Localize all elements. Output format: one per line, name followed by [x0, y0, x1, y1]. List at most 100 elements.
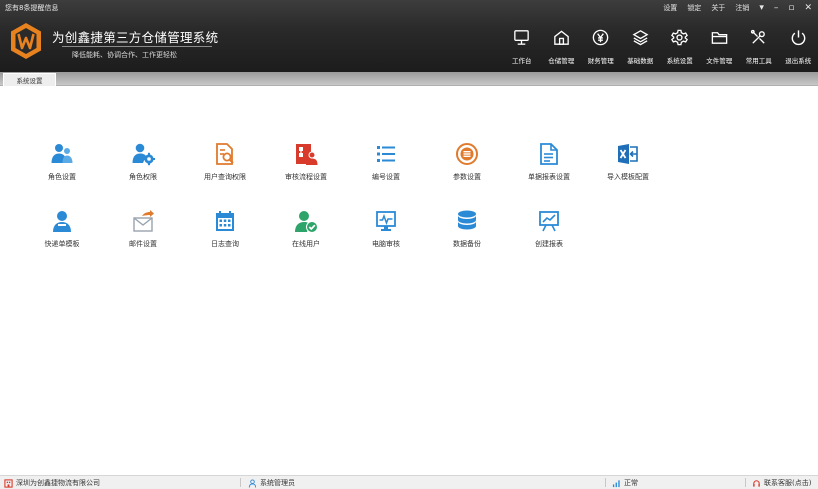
title-divider: [62, 46, 212, 47]
nav-tools[interactable]: 常用工具: [739, 28, 779, 68]
menu-dropdown-icon[interactable]: ▾: [759, 4, 764, 13]
module-data-backup[interactable]: 数据备份: [437, 209, 497, 253]
module-label: 角色权限: [129, 173, 157, 181]
folder-icon: [711, 32, 728, 44]
calendar-icon: [216, 211, 234, 231]
online-user-icon: [295, 211, 318, 233]
signal-icon: [612, 479, 620, 487]
user-icon: [248, 478, 257, 488]
module-label: 审核流程设置: [285, 173, 327, 181]
nav-warehouse[interactable]: 仓储管理: [542, 28, 582, 68]
module-online-users[interactable]: 在线用户: [276, 209, 336, 253]
close-icon[interactable]: ✕: [804, 4, 812, 13]
module-label: 数据备份: [453, 240, 481, 248]
status-divider: [605, 478, 606, 487]
module-label: 导入模板配置: [607, 173, 649, 181]
nav-system-settings[interactable]: 系统设置: [660, 28, 700, 68]
excel-import-icon: [618, 144, 638, 164]
module-label: 日志查询: [211, 240, 239, 248]
nav-label: 财务管理: [587, 57, 614, 65]
courier-icon: [53, 211, 71, 232]
status-divider: [240, 478, 241, 487]
support-link[interactable]: 联系客服(点击): [752, 478, 811, 488]
module-label: 创建报表: [535, 240, 563, 248]
module-log-query[interactable]: 日志查询: [195, 209, 255, 253]
module-label: 电脑审核: [372, 240, 400, 248]
parameter-icon: [456, 143, 478, 165]
module-mail-settings[interactable]: 邮件设置: [113, 209, 173, 253]
nav-label: 退出系统: [785, 57, 812, 65]
workflow-icon: [296, 144, 318, 165]
header: 您有8条提醒信息 设置 锁定 关于 注销 ▾ – ▫ ✕ 为创鑫捷第三方仓储管理…: [0, 0, 818, 72]
lock-link[interactable]: 锁定: [687, 3, 701, 13]
restore-icon[interactable]: ▫: [788, 4, 794, 13]
module-create-report[interactable]: 创建报表: [519, 209, 579, 253]
module-label: 邮件设置: [129, 240, 157, 248]
chart-board-icon: [539, 211, 559, 232]
notification-text[interactable]: 您有8条提醒信息: [5, 3, 58, 13]
app-slogan: 降低能耗、协调合作、工作更轻松: [72, 51, 177, 59]
support-text[interactable]: 联系客服(点击): [764, 478, 811, 488]
nav-label: 系统设置: [666, 57, 693, 65]
module-label: 参数设置: [453, 173, 481, 181]
app-title: 为创鑫捷第三方仓储管理系统: [52, 30, 219, 45]
module-approval-workflow[interactable]: 审核流程设置: [276, 142, 336, 186]
headset-icon: [753, 479, 760, 487]
tab-system-settings[interactable]: 系统设置: [3, 73, 56, 86]
module-parameter-settings[interactable]: 参数设置: [437, 142, 497, 186]
document-search-icon: [216, 143, 234, 165]
gear-icon: [671, 29, 689, 46]
system-links: 设置 锁定 关于 注销 ▾ – ▫ ✕: [663, 3, 812, 13]
nav-label: 工作台: [512, 57, 532, 65]
top-nav: 工作台 仓储管理 财务管理 基础数据 系统设置 文件管理 常用工具 退出系统: [502, 28, 818, 68]
logout-link[interactable]: 注销: [735, 3, 749, 13]
nav-label: 文件管理: [706, 57, 733, 65]
module-numbering-settings[interactable]: 编号设置: [356, 142, 416, 186]
user-gear-icon: [132, 143, 155, 166]
layers-icon: [632, 30, 649, 46]
nav-workbench[interactable]: 工作台: [502, 28, 542, 68]
company-name: 深圳为创鑫捷物流有限公司: [16, 479, 100, 487]
home-icon: [553, 30, 569, 45]
nav-file-management[interactable]: 文件管理: [700, 28, 740, 68]
database-icon: [458, 210, 476, 230]
nav-label: 常用工具: [745, 57, 772, 65]
module-label: 在线用户: [292, 240, 320, 248]
module-report-settings[interactable]: 单据报表设置: [519, 142, 579, 186]
logo-icon: [11, 23, 41, 59]
nav-basic-data[interactable]: 基础数据: [621, 28, 661, 68]
module-user-query-permissions[interactable]: 用户查询权限: [195, 142, 255, 186]
module-label: 用户查询权限: [204, 173, 246, 181]
nav-label: 基础数据: [627, 57, 654, 65]
report-document-icon: [540, 143, 558, 165]
module-label: 快递单模板: [44, 240, 80, 248]
power-icon: [791, 30, 806, 46]
module-label: 角色设置: [48, 173, 76, 181]
list-icon: [377, 146, 395, 162]
tab-bar: 系统设置: [0, 72, 818, 86]
tools-icon: [751, 29, 766, 44]
status-divider: [745, 478, 746, 487]
nav-finance[interactable]: 财务管理: [581, 28, 621, 68]
minimize-icon[interactable]: –: [774, 4, 779, 13]
about-link[interactable]: 关于: [711, 3, 725, 13]
status-company: 深圳为创鑫捷物流有限公司: [4, 478, 100, 488]
current-user: 系统管理员: [260, 479, 295, 487]
status-connection: 正常: [612, 478, 638, 488]
connection-status: 正常: [624, 479, 638, 487]
nav-label: 仓储管理: [548, 57, 575, 65]
computer-audit-icon: [376, 211, 396, 231]
module-import-template[interactable]: 导入模板配置: [598, 142, 658, 186]
monitor-icon: [514, 30, 530, 45]
nav-exit[interactable]: 退出系统: [779, 28, 818, 68]
module-role-permissions[interactable]: 角色权限: [113, 142, 173, 186]
settings-link[interactable]: 设置: [663, 3, 677, 13]
building-icon: [4, 478, 13, 488]
module-role-settings[interactable]: 角色设置: [32, 142, 92, 186]
status-user: 系统管理员: [248, 478, 295, 488]
yen-icon: [592, 29, 609, 46]
module-computer-audit[interactable]: 电脑审核: [356, 209, 416, 253]
mail-icon: [133, 210, 154, 232]
module-courier-template[interactable]: 快递单模板: [32, 209, 92, 253]
module-grid: 角色设置 角色权限 用户查询权限 审核流程设置 编号设置 参数设置 单据报表设置…: [0, 87, 818, 475]
